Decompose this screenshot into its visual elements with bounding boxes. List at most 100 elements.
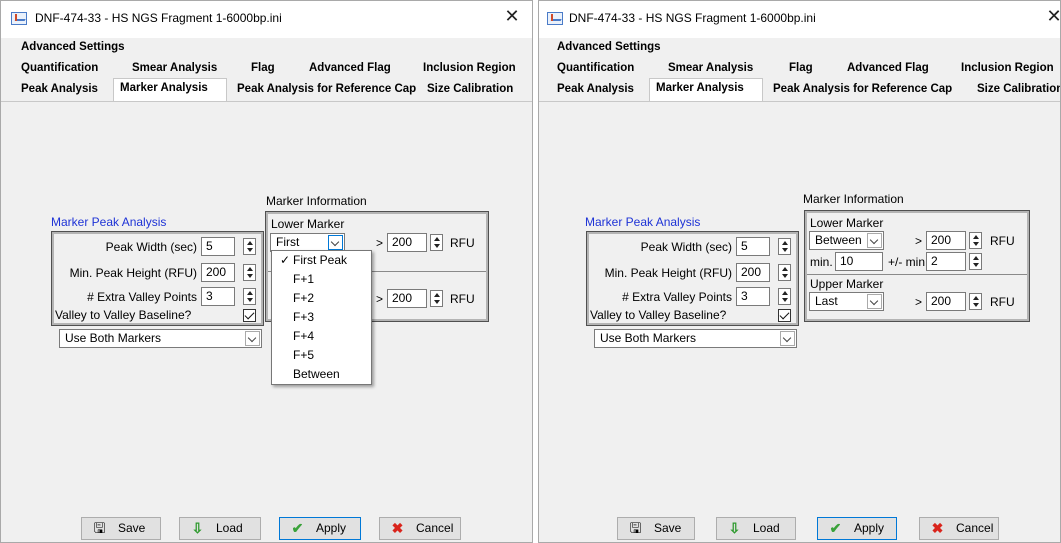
extra-valley-points-spinner[interactable] bbox=[243, 288, 256, 305]
load-label: Load bbox=[216, 521, 243, 535]
plus-minus-min-label: +/- min. bbox=[888, 255, 929, 269]
cancel-x-icon: ✖ bbox=[391, 520, 404, 536]
plus-minus-min-input[interactable]: 2 bbox=[926, 252, 966, 271]
min-peak-height-label: Min. Peak Height (RFU) bbox=[604, 266, 732, 280]
dropdown-option-f4[interactable]: F+4 bbox=[272, 327, 371, 346]
tab-quantification[interactable]: Quantification bbox=[15, 59, 115, 80]
apply-button[interactable]: ✔ Apply bbox=[279, 517, 361, 540]
app-icon bbox=[547, 12, 563, 25]
checkmark-icon: ✔ bbox=[829, 520, 842, 536]
chevron-down-icon bbox=[867, 233, 882, 248]
tab-flag[interactable]: Flag bbox=[245, 59, 285, 80]
tab-flag[interactable]: Flag bbox=[783, 59, 823, 80]
plus-minus-min-spinner[interactable] bbox=[969, 253, 982, 270]
valley-baseline-checkbox[interactable] bbox=[243, 309, 256, 322]
upper-gt-label: > bbox=[376, 292, 384, 306]
marker-information-heading: Marker Information bbox=[803, 192, 904, 206]
peak-width-input[interactable]: 5 bbox=[736, 237, 770, 256]
lower-marker-select[interactable]: Between bbox=[809, 231, 884, 250]
tab-content: Marker Peak Analysis Peak Width (sec) 5 … bbox=[539, 101, 1060, 542]
tab-smear-analysis[interactable]: Smear Analysis bbox=[662, 59, 762, 80]
min-label: min. bbox=[810, 255, 833, 269]
lower-rfu-spinner[interactable] bbox=[430, 234, 443, 251]
tab-inclusion-region[interactable]: Inclusion Region bbox=[955, 59, 1060, 80]
tab-peak-analysis[interactable]: Peak Analysis bbox=[15, 80, 111, 101]
button-bar: 🖫 Save ⇩ Load ✔ Apply ✖ Cancel bbox=[539, 512, 1060, 542]
lower-rfu-spinner[interactable] bbox=[969, 232, 982, 249]
tab-quantification[interactable]: Quantification bbox=[551, 59, 651, 80]
tab-advanced-settings[interactable]: Advanced Settings bbox=[15, 38, 135, 59]
close-icon[interactable]: ✕ bbox=[500, 6, 524, 28]
upper-rfu-input[interactable]: 200 bbox=[387, 289, 427, 308]
cancel-button[interactable]: ✖ Cancel bbox=[919, 517, 999, 540]
tab-row-1: Advanced Settings bbox=[539, 38, 1060, 59]
marker-divider bbox=[807, 274, 1027, 275]
extra-valley-points-input[interactable]: 3 bbox=[201, 287, 235, 306]
save-button[interactable]: 🖫 Save bbox=[617, 517, 695, 540]
lower-rfu-input[interactable]: 200 bbox=[926, 231, 966, 250]
valley-baseline-label: Valley to Valley Baseline? bbox=[590, 308, 727, 322]
tab-row-3: Peak Analysis Marker Analysis Peak Analy… bbox=[1, 78, 532, 101]
save-button[interactable]: 🖫 Save bbox=[81, 517, 161, 540]
extra-valley-points-input[interactable]: 3 bbox=[736, 287, 770, 306]
window-title: DNF-474-33 - HS NGS Fragment 1-6000bp.in… bbox=[569, 11, 816, 25]
dropdown-option-label: F+3 bbox=[293, 310, 315, 324]
min-input[interactable]: 10 bbox=[835, 252, 883, 271]
dropdown-option-f3[interactable]: F+3 bbox=[272, 308, 371, 327]
app-icon bbox=[11, 12, 27, 25]
lower-gt-label: > bbox=[376, 236, 384, 250]
tab-marker-analysis[interactable]: Marker Analysis bbox=[649, 78, 763, 101]
dropdown-option-f5[interactable]: F+5 bbox=[272, 346, 371, 365]
tab-size-calibration[interactable]: Size Calibration bbox=[971, 80, 1060, 101]
tab-marker-analysis[interactable]: Marker Analysis bbox=[113, 78, 227, 101]
lower-marker-value: First bbox=[276, 235, 300, 249]
tab-advanced-flag[interactable]: Advanced Flag bbox=[303, 59, 403, 80]
tab-peak-analysis-reference-cap[interactable]: Peak Analysis for Reference Cap bbox=[231, 80, 421, 101]
dropdown-option-first-peak[interactable]: ✓ First Peak bbox=[272, 251, 371, 270]
min-peak-height-input[interactable]: 200 bbox=[736, 263, 770, 282]
save-label: Save bbox=[118, 521, 146, 535]
tab-advanced-flag[interactable]: Advanced Flag bbox=[841, 59, 941, 80]
min-peak-height-input[interactable]: 200 bbox=[201, 263, 235, 282]
tab-peak-analysis-reference-cap[interactable]: Peak Analysis for Reference Cap bbox=[767, 80, 961, 101]
peak-width-input[interactable]: 5 bbox=[201, 237, 235, 256]
marker-mode-select[interactable]: Use Both Markers bbox=[59, 329, 262, 348]
marker-peak-analysis-panel: Peak Width (sec) 5 Min. Peak Height (RFU… bbox=[51, 231, 264, 326]
chevron-down-icon bbox=[328, 235, 343, 250]
tab-inclusion-region[interactable]: Inclusion Region bbox=[417, 59, 529, 80]
valley-baseline-checkbox[interactable] bbox=[778, 309, 791, 322]
close-icon[interactable]: ✕ bbox=[1042, 6, 1060, 28]
dropdown-option-f2[interactable]: F+2 bbox=[272, 289, 371, 308]
lower-rfu-unit: RFU bbox=[450, 236, 475, 250]
settings-dialog-right: DNF-474-33 - HS NGS Fragment 1-6000bp.in… bbox=[538, 0, 1061, 543]
chevron-down-icon bbox=[245, 331, 260, 346]
tab-smear-analysis[interactable]: Smear Analysis bbox=[126, 59, 226, 80]
load-button[interactable]: ⇩ Load bbox=[179, 517, 261, 540]
tab-advanced-settings[interactable]: Advanced Settings bbox=[551, 38, 671, 59]
checkmark-icon: ✔ bbox=[291, 520, 304, 536]
lower-gt-label: > bbox=[915, 234, 923, 248]
min-peak-height-spinner[interactable] bbox=[243, 264, 256, 281]
cancel-button[interactable]: ✖ Cancel bbox=[379, 517, 461, 540]
marker-peak-analysis-heading: Marker Peak Analysis bbox=[585, 215, 701, 229]
upper-rfu-spinner[interactable] bbox=[430, 290, 443, 307]
apply-button[interactable]: ✔ Apply bbox=[817, 517, 897, 540]
min-peak-height-spinner[interactable] bbox=[778, 264, 791, 281]
upper-rfu-spinner[interactable] bbox=[969, 293, 982, 310]
lower-marker-value: Between bbox=[815, 233, 862, 247]
marker-mode-select[interactable]: Use Both Markers bbox=[594, 329, 797, 348]
lower-rfu-input[interactable]: 200 bbox=[387, 233, 427, 252]
tab-peak-analysis[interactable]: Peak Analysis bbox=[551, 80, 647, 101]
dropdown-option-f1[interactable]: F+1 bbox=[272, 270, 371, 289]
tab-row-2: Quantification Smear Analysis Flag Advan… bbox=[539, 59, 1060, 80]
button-bar: 🖫 Save ⇩ Load ✔ Apply ✖ Cancel bbox=[1, 512, 532, 542]
peak-width-spinner[interactable] bbox=[243, 238, 256, 255]
load-button[interactable]: ⇩ Load bbox=[716, 517, 796, 540]
extra-valley-points-spinner[interactable] bbox=[778, 288, 791, 305]
apply-label: Apply bbox=[316, 521, 347, 535]
upper-rfu-input[interactable]: 200 bbox=[926, 292, 966, 311]
tab-size-calibration[interactable]: Size Calibration bbox=[421, 80, 529, 101]
peak-width-spinner[interactable] bbox=[778, 238, 791, 255]
upper-marker-select[interactable]: Last bbox=[809, 292, 884, 311]
dropdown-option-between[interactable]: Between bbox=[272, 365, 371, 384]
